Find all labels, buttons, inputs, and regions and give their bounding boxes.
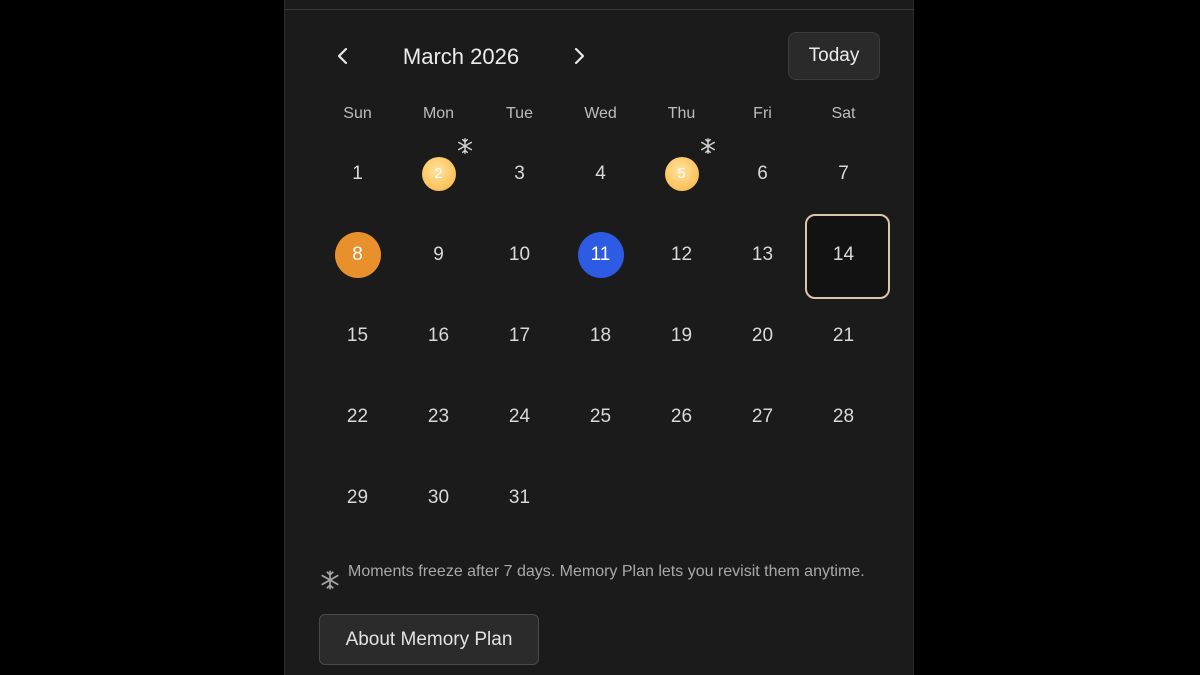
day-cell[interactable]: 21 [803, 295, 884, 376]
about-memory-plan-button[interactable]: About Memory Plan [319, 614, 539, 665]
day-cell[interactable]: 3 [479, 133, 560, 214]
weekday-label: Wed [584, 105, 617, 122]
day-number: 19 [670, 324, 693, 346]
next-month-button[interactable] [561, 38, 597, 74]
day-cell[interactable]: 27 [722, 376, 803, 457]
day-cell[interactable]: 28 [803, 376, 884, 457]
day-cell-moment[interactable]: 5 [641, 133, 722, 214]
day-number: 22 [346, 405, 369, 427]
day-number: 9 [433, 243, 444, 265]
month-title: March 2026 [402, 44, 520, 69]
freeze-info: Moments freeze after 7 days. Memory Plan… [319, 560, 879, 591]
snowflake-icon [321, 570, 339, 590]
day-number: 31 [508, 486, 531, 508]
day-cell[interactable]: 31 [479, 457, 560, 538]
day-cell[interactable]: 13 [722, 214, 803, 295]
day-cell[interactable]: 16 [398, 295, 479, 376]
day-number: 26 [670, 405, 693, 427]
chevron-right-icon [574, 47, 585, 65]
day-number: 11 [590, 243, 611, 265]
day-cell[interactable]: 10 [479, 214, 560, 295]
weekday-label: Fri [753, 105, 772, 122]
weekday-header: Sun Mon Tue Wed Thu Fri Sat [317, 102, 884, 126]
day-cell[interactable]: 4 [560, 133, 641, 214]
day-number: 5 [677, 165, 686, 182]
freeze-info-text: Moments freeze after 7 days. Memory Plan… [348, 563, 865, 580]
day-number: 18 [589, 324, 612, 346]
day-cell[interactable]: 24 [479, 376, 560, 457]
day-cell[interactable]: 20 [722, 295, 803, 376]
day-number: 4 [595, 162, 606, 184]
chevron-left-icon [337, 47, 348, 65]
today-button[interactable]: Today [788, 32, 880, 80]
day-number: 14 [832, 243, 855, 265]
divider [285, 9, 913, 10]
day-cell[interactable]: 9 [398, 214, 479, 295]
day-cell[interactable]: 22 [317, 376, 398, 457]
day-number: 27 [751, 405, 774, 427]
day-cell[interactable]: 25 [560, 376, 641, 457]
day-cell-highlighted[interactable]: 8 [317, 214, 398, 295]
day-cell[interactable]: 29 [317, 457, 398, 538]
day-number: 12 [670, 243, 693, 265]
day-cell[interactable]: 23 [398, 376, 479, 457]
day-number: 25 [589, 405, 612, 427]
day-number: 29 [346, 486, 369, 508]
day-cell-today[interactable]: 11 [560, 214, 641, 295]
day-number: 13 [751, 243, 774, 265]
day-cell[interactable]: 15 [317, 295, 398, 376]
previous-month-button[interactable] [325, 38, 361, 74]
day-cell[interactable]: 30 [398, 457, 479, 538]
day-cell-moment[interactable]: 2 [398, 133, 479, 214]
snowflake-icon [700, 138, 716, 154]
day-number: 20 [751, 324, 774, 346]
day-cell[interactable]: 18 [560, 295, 641, 376]
day-number: 1 [352, 162, 363, 184]
day-number: 2 [434, 165, 443, 182]
day-number: 30 [427, 486, 450, 508]
weekday-label: Thu [667, 105, 696, 122]
day-number: 23 [427, 405, 450, 427]
day-cell[interactable]: 17 [479, 295, 560, 376]
day-number: 21 [832, 324, 855, 346]
day-number: 3 [514, 162, 525, 184]
day-cell[interactable]: 1 [317, 133, 398, 214]
calendar-panel: March 2026 Today Sun Mon Tue Wed Thu Fri… [284, 0, 914, 675]
day-number: 15 [346, 324, 369, 346]
day-number: 8 [352, 243, 363, 265]
day-number: 10 [508, 243, 531, 265]
snowflake-icon [457, 138, 473, 154]
day-cell[interactable]: 7 [803, 133, 884, 214]
screen: March 2026 Today Sun Mon Tue Wed Thu Fri… [0, 0, 1200, 675]
day-cell-selected[interactable]: 14 [803, 214, 890, 299]
day-number: 28 [832, 405, 855, 427]
day-number: 24 [508, 405, 531, 427]
day-number: 17 [508, 324, 531, 346]
day-number: 6 [757, 162, 768, 184]
day-cell[interactable]: 12 [641, 214, 722, 295]
day-cell[interactable]: 19 [641, 295, 722, 376]
day-cell[interactable]: 6 [722, 133, 803, 214]
weekday-label: Sat [831, 105, 856, 122]
weekday-label: Sun [343, 105, 372, 122]
weekday-label: Mon [422, 105, 455, 122]
day-grid: 1 2 3 4 5 6 7 8 9 10 11 12 13 14 15 16 1… [317, 133, 890, 538]
day-cell[interactable]: 26 [641, 376, 722, 457]
day-number: 7 [838, 162, 849, 184]
weekday-label: Tue [506, 105, 533, 122]
day-number: 16 [427, 324, 450, 346]
